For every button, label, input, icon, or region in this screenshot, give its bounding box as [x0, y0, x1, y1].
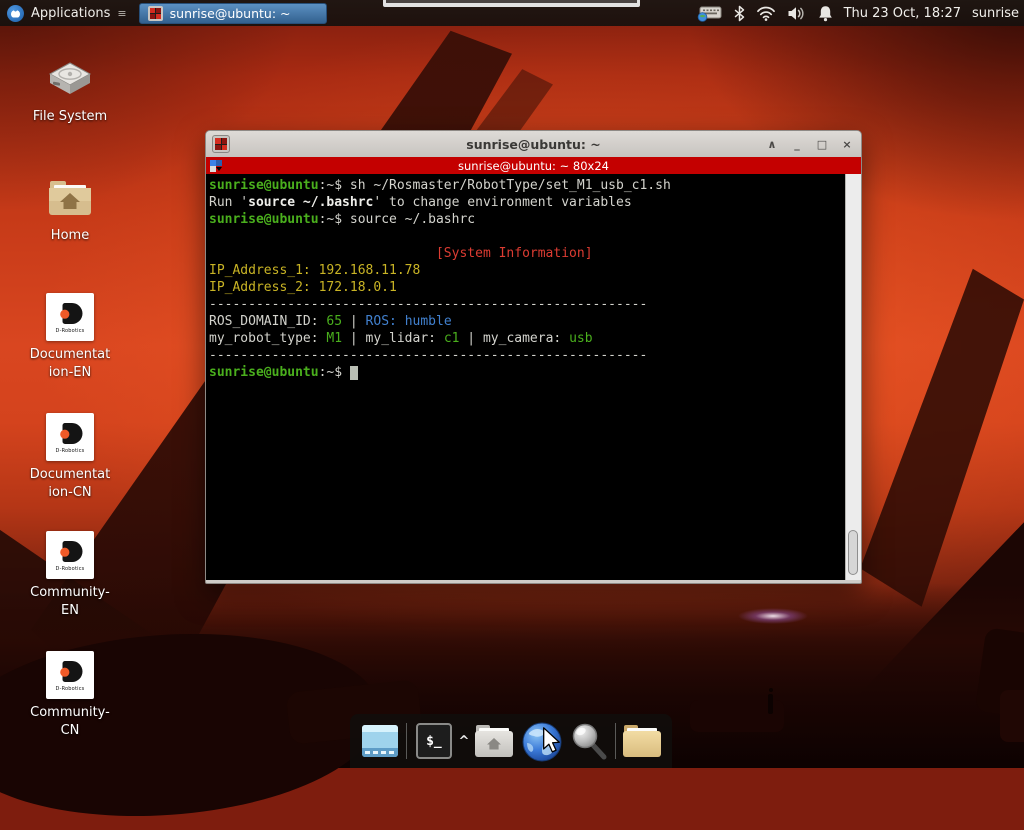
file-manager-launcher[interactable] [623, 721, 662, 761]
panel-clock[interactable]: Thu 23 Oct, 18:27 [844, 6, 961, 21]
terminal-line: sunrise@ubuntu:~$ [209, 364, 843, 381]
terminal-line: ----------------------------------------… [209, 296, 843, 313]
desktop-icon-file-system[interactable]: File System [22, 54, 118, 126]
terminal-line: IP_Address_2: 172.18.0.1 [209, 279, 843, 296]
keyboard-layout-icon[interactable] [697, 5, 723, 22]
xterm-statusbar-title: sunrise@ubuntu: ~ 80x24 [206, 159, 861, 173]
terminal-screen[interactable]: sunrise@ubuntu:~$ sh ~/Rosmaster/RobotTy… [206, 174, 845, 580]
launcher-menu-arrow-icon[interactable]: ^ [459, 734, 470, 749]
applications-menu-button[interactable]: Applications [31, 6, 110, 21]
desktop-icon-community-cn[interactable]: D-Robotics Community-CN [22, 650, 118, 740]
scrollbar-thumb[interactable] [848, 530, 858, 575]
xterm-menu-icon[interactable] [210, 160, 222, 172]
logo-caption: D-Robotics [56, 448, 85, 454]
desktop-icon-label: File System [28, 108, 112, 126]
window-bottom-border [206, 580, 861, 585]
wallpaper-person-silhouette [768, 694, 773, 714]
d-robotics-logo-icon: D-Robotics [46, 293, 94, 341]
distro-logo-icon[interactable] [7, 5, 24, 22]
maximize-button[interactable]: □ [814, 136, 830, 152]
desktop-icon-documentation-cn[interactable]: D-Robotics Documentation-CN [22, 412, 118, 502]
terminal-cursor [350, 366, 358, 380]
terminal-line: [System Information] [209, 245, 843, 262]
volume-icon[interactable] [787, 6, 807, 21]
desktop-icon-label: Documentation-CN [28, 466, 112, 502]
bluetooth-icon[interactable] [734, 5, 745, 22]
logo-caption: D-Robotics [56, 686, 85, 692]
offscreen-window-edge [383, 0, 640, 7]
dock-separator [406, 723, 407, 759]
terminal-line: sunrise@ubuntu:~$ source ~/.bashrc [209, 211, 843, 228]
terminal-window: sunrise@ubuntu: ~ ∧ _ □ × sunrise@ubuntu… [205, 130, 862, 584]
desktop-icon-home[interactable]: Home [22, 173, 118, 245]
wallpaper-wreck [1000, 690, 1024, 742]
terminal-line: ROS_DOMAIN_ID: 65 | ROS: humble [209, 313, 843, 330]
d-robotics-logo-icon: D-Robotics [46, 651, 94, 699]
window-titlebar[interactable]: sunrise@ubuntu: ~ ∧ _ □ × [206, 131, 861, 157]
xterm-statusbar: sunrise@ubuntu: ~ 80x24 [206, 157, 861, 174]
magnifier-icon [568, 721, 610, 763]
terminal-line: my_robot_type: M1 | my_lidar: c1 | my_ca… [209, 330, 843, 347]
wallpaper-headlight-glow [738, 608, 808, 624]
terminal-scrollbar[interactable] [845, 174, 861, 580]
home-folder-icon [44, 173, 96, 223]
panel-grip-icon[interactable]: ≡ [117, 7, 125, 20]
terminal-line: IP_Address_1: 192.168.11.78 [209, 262, 843, 279]
desktop-icon-label: Documentation-EN [28, 346, 112, 382]
show-desktop-button[interactable] [360, 721, 399, 761]
minimize-button[interactable]: _ [789, 136, 805, 152]
mouse-cursor [540, 727, 562, 753]
terminal-line: sunrise@ubuntu:~$ sh ~/Rosmaster/RobotTy… [209, 177, 843, 194]
terminal-line [209, 228, 843, 245]
terminal-line: ----------------------------------------… [209, 347, 843, 364]
desktop-icon-label: Community-EN [28, 584, 112, 620]
shade-button[interactable]: ∧ [764, 136, 780, 152]
dock-separator [615, 723, 616, 759]
home-folder-icon [475, 725, 513, 757]
desktop-icon-label: Community-CN [28, 704, 112, 740]
close-button[interactable]: × [839, 136, 855, 152]
notifications-bell-icon[interactable] [818, 5, 833, 22]
desktop-icon-community-en[interactable]: D-Robotics Community-EN [22, 530, 118, 620]
file-manager-folder-icon [623, 725, 661, 757]
logo-caption: D-Robotics [56, 566, 85, 572]
bottom-dock: $_ ^ [350, 714, 672, 768]
desktop-icon-documentation-en[interactable]: D-Robotics Documentation-EN [22, 292, 118, 382]
wifi-icon[interactable] [756, 6, 776, 21]
hard-drive-icon [44, 54, 96, 104]
window-title: sunrise@ubuntu: ~ [206, 137, 861, 152]
desktop-icon-label: Home [28, 227, 112, 245]
home-folder-launcher[interactable] [474, 721, 513, 761]
xterm-icon [148, 6, 163, 21]
taskbar-window-label: sunrise@ubuntu: ~ [170, 6, 291, 21]
d-robotics-logo-icon: D-Robotics [46, 413, 94, 461]
logo-caption: D-Robotics [56, 328, 85, 334]
taskbar-window-button[interactable]: sunrise@ubuntu: ~ [139, 3, 327, 24]
app-finder-launcher[interactable] [568, 721, 608, 761]
terminal-launcher[interactable]: $_ [414, 721, 453, 761]
d-robotics-logo-icon: D-Robotics [46, 531, 94, 579]
panel-user-menu[interactable]: sunrise [972, 6, 1019, 21]
wallpaper-person-silhouette [769, 688, 773, 692]
show-desktop-icon [362, 725, 398, 757]
terminal-icon: $_ [416, 723, 452, 759]
terminal-line: Run 'source ~/.bashrc' to change environ… [209, 194, 843, 211]
